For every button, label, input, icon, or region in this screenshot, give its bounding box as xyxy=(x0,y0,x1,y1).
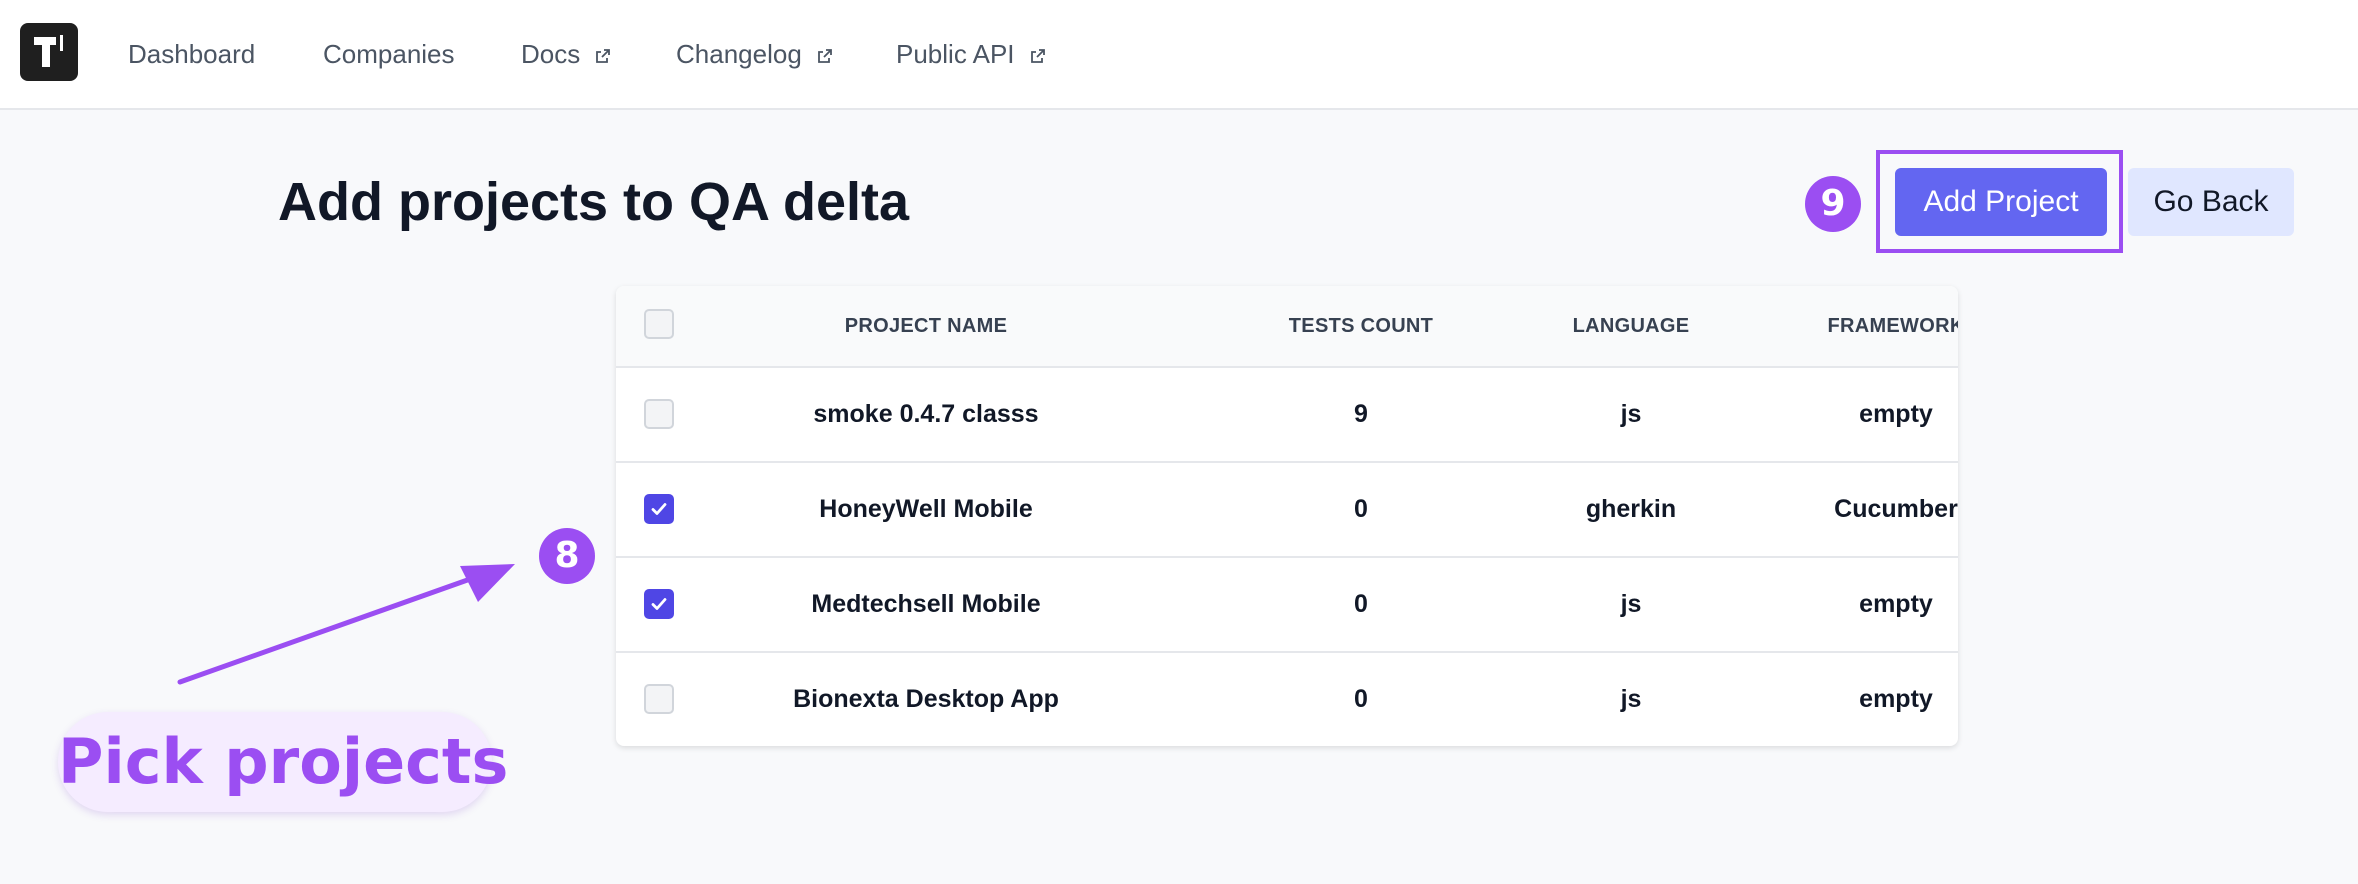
step-9-badge: 9 xyxy=(1805,176,1861,232)
projects-table: PROJECT NAME TESTS COUNT LANGUAGE FRAMEW… xyxy=(616,286,1958,746)
project-name-cell: Medtechsell Mobile xyxy=(811,590,1041,618)
select-all-checkbox[interactable] xyxy=(644,309,674,339)
language-cell: js xyxy=(1620,685,1642,713)
tests-count-cell: 0 xyxy=(1354,495,1368,523)
framework-cell: Cucumber xyxy=(1834,495,1958,523)
top-navigation: Dashboard Companies Docs Changelog Publi… xyxy=(0,0,2358,110)
column-header-tests-count[interactable]: TESTS COUNT xyxy=(1236,286,1486,366)
column-header-project-name[interactable]: PROJECT NAME xyxy=(716,286,1136,366)
framework-cell: empty xyxy=(1859,590,1933,618)
external-link-icon xyxy=(596,49,611,63)
page-title: Add projects to QA delta xyxy=(278,172,910,232)
framework-cell: empty xyxy=(1859,400,1933,428)
project-name-cell: HoneyWell Mobile xyxy=(819,495,1033,523)
callout-label: Pick projects xyxy=(58,712,508,812)
table-row[interactable]: smoke 0.4.7 classs 9 js empty xyxy=(616,366,1958,461)
pointer-arrow-icon xyxy=(177,564,515,685)
external-link-icon xyxy=(1030,49,1045,63)
add-project-button[interactable]: Add Project xyxy=(1895,168,2107,236)
go-back-button[interactable]: Go Back xyxy=(2128,168,2294,236)
column-header-language[interactable]: LANGUAGE xyxy=(1506,286,1756,366)
nav-link-companies[interactable]: Companies xyxy=(323,36,455,72)
tests-count-cell: 9 xyxy=(1354,400,1368,428)
nav-link-docs[interactable]: Docs xyxy=(521,36,611,72)
framework-cell: empty xyxy=(1859,685,1933,713)
row-checkbox[interactable] xyxy=(644,399,674,429)
project-name-cell: Bionexta Desktop App xyxy=(793,685,1059,713)
row-checkbox[interactable] xyxy=(644,494,674,524)
check-icon xyxy=(651,503,667,515)
nav-link-changelog[interactable]: Changelog xyxy=(676,36,833,72)
tests-count-cell: 0 xyxy=(1354,685,1368,713)
project-name-cell: smoke 0.4.7 classs xyxy=(813,400,1039,428)
table-header: PROJECT NAME TESTS COUNT LANGUAGE FRAMEW… xyxy=(616,286,1958,366)
check-icon xyxy=(651,598,667,610)
nav-link-dashboard[interactable]: Dashboard xyxy=(128,36,255,72)
row-checkbox[interactable] xyxy=(644,589,674,619)
table-row[interactable]: Medtechsell Mobile 0 js empty xyxy=(616,556,1958,651)
external-link-icon xyxy=(818,49,832,63)
language-cell: gherkin xyxy=(1585,495,1677,523)
app-logo[interactable] xyxy=(20,23,78,81)
tests-count-cell: 0 xyxy=(1354,590,1368,618)
table-row[interactable]: HoneyWell Mobile 0 gherkin Cucumber xyxy=(616,461,1958,556)
table-row[interactable]: Bionexta Desktop App 0 js empty xyxy=(616,651,1958,746)
step-8-badge: 8 xyxy=(539,528,595,584)
column-header-framework[interactable]: FRAMEWORK xyxy=(1771,286,1958,366)
nav-link-public-api[interactable]: Public API xyxy=(896,36,1046,72)
language-cell: js xyxy=(1620,590,1642,618)
row-checkbox[interactable] xyxy=(644,684,674,714)
language-cell: js xyxy=(1620,400,1642,428)
